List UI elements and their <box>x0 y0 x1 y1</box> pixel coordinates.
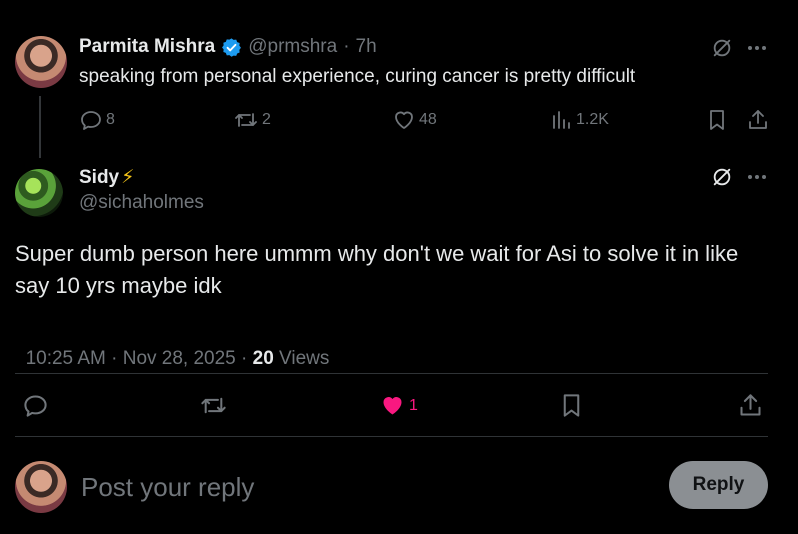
heart-filled-icon <box>379 392 406 419</box>
parent-retweet-action[interactable]: 2 <box>233 108 271 132</box>
main-author-handle[interactable]: @sichaholmes <box>79 192 204 214</box>
main-grok-icon[interactable] <box>711 166 733 188</box>
parent-tweet-text: speaking from personal experience, curin… <box>79 66 636 87</box>
tweet-timestamp[interactable]: 10:25 AM · Nov 28, 2025 · <box>26 348 253 369</box>
parent-reply-count: 8 <box>106 111 115 128</box>
main-header: Sidy ⚡ @sichaholmes <box>79 166 204 214</box>
main-retweet-icon[interactable] <box>199 392 228 419</box>
parent-avatar[interactable] <box>15 36 67 88</box>
main-reply-icon[interactable] <box>22 392 49 419</box>
parent-author-name[interactable]: Parmita Mishra <box>79 36 215 58</box>
verified-badge-icon <box>221 37 242 58</box>
heart-icon <box>392 108 416 132</box>
parent-like-action[interactable]: 48 <box>392 108 437 132</box>
parent-reply-action[interactable]: 8 <box>79 108 115 132</box>
main-tweet-text: Super dumb person here ummm why don't we… <box>15 241 739 298</box>
parent-author-handle[interactable]: @prmshra <box>248 36 337 58</box>
main-like-action[interactable]: 1 <box>379 392 418 419</box>
lightning-emoji: ⚡ <box>121 167 135 188</box>
parent-views-count: 1.2K <box>576 111 609 128</box>
parent-retweet-count: 2 <box>262 111 271 128</box>
more-icon[interactable] <box>747 45 767 51</box>
time-separator: · <box>343 36 350 57</box>
tweet-meta: 10:25 AM · Nov 28, 2025 · 20 Views <box>15 326 330 370</box>
composer-avatar <box>15 461 67 513</box>
views-count: 20 <box>252 348 274 369</box>
parent-header: Parmita Mishra @prmshra · 7h <box>79 36 377 58</box>
retweet-icon <box>233 108 259 132</box>
parent-bookmark-icon[interactable] <box>706 108 728 132</box>
main-like-count: 1 <box>409 396 418 414</box>
divider-bottom <box>15 436 768 437</box>
divider-top <box>15 373 768 374</box>
main-avatar[interactable] <box>15 169 63 217</box>
parent-like-count: 48 <box>419 111 437 128</box>
parent-share-icon[interactable] <box>746 108 770 132</box>
main-author-name[interactable]: Sidy <box>79 167 119 189</box>
thread-line <box>39 96 41 158</box>
reply-button[interactable]: Reply <box>669 461 768 509</box>
parent-time[interactable]: 7h <box>356 36 377 58</box>
grok-icon[interactable] <box>711 37 733 59</box>
parent-views-action[interactable]: 1.2K <box>551 108 609 132</box>
main-bookmark-icon[interactable] <box>559 392 584 419</box>
main-more-icon[interactable] <box>747 174 767 180</box>
main-share-icon[interactable] <box>737 392 764 419</box>
reply-input[interactable] <box>79 466 643 508</box>
reply-icon <box>79 108 103 132</box>
views-label: Views <box>273 348 330 369</box>
views-icon <box>551 108 573 132</box>
